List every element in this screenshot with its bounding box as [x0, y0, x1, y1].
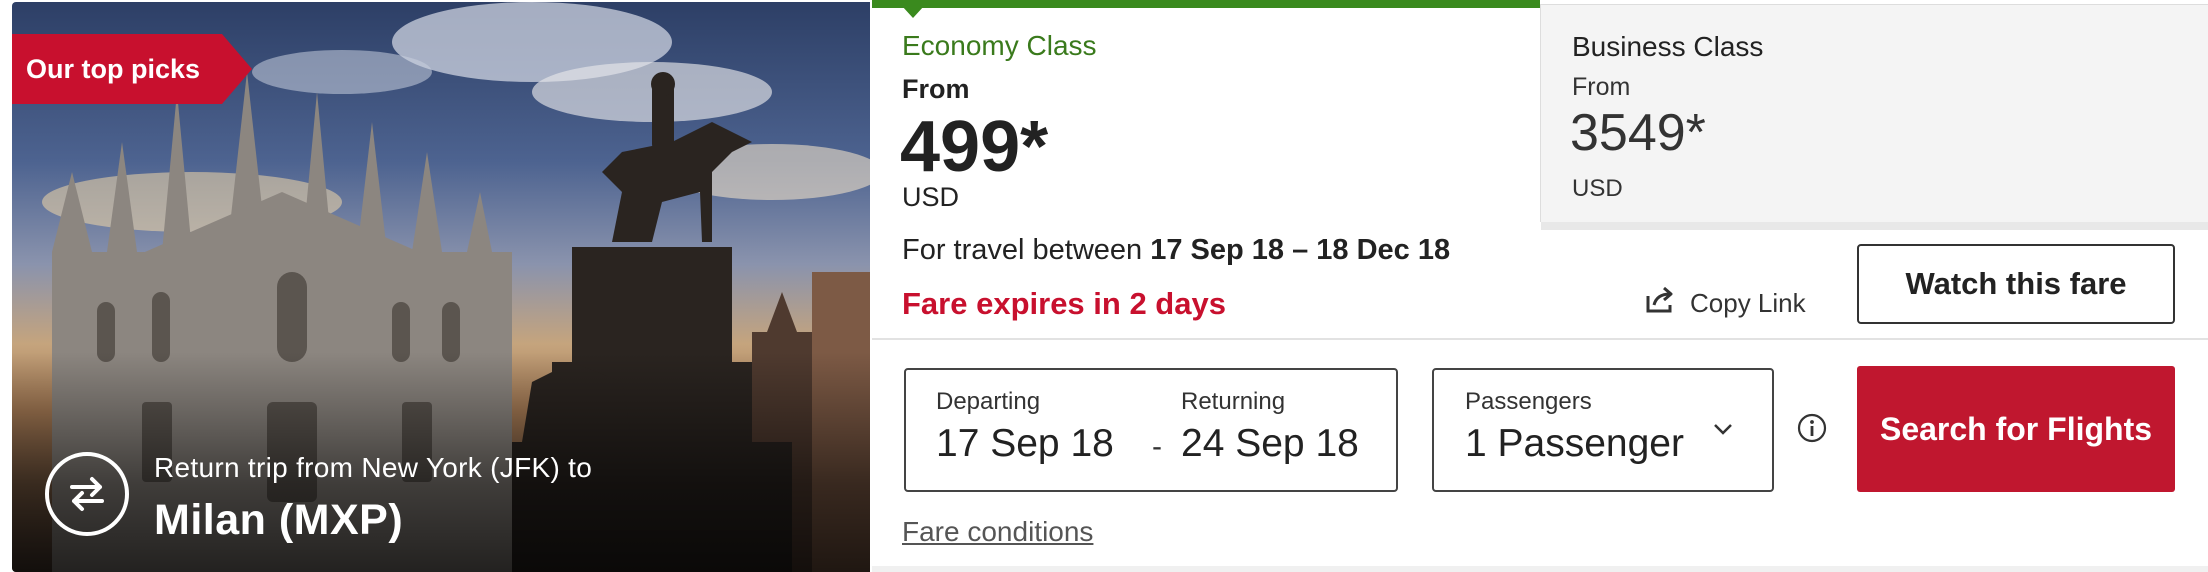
business-price: 3549*: [1570, 104, 1706, 162]
search-flights-button[interactable]: Search for Flights: [1857, 366, 2175, 492]
info-icon[interactable]: [1796, 412, 1828, 449]
chevron-down-icon: [1712, 422, 1734, 441]
departing-value: 17 Sep 18: [936, 422, 1114, 465]
economy-class-label: Economy Class: [902, 30, 1097, 61]
economy-currency: USD: [902, 182, 960, 212]
share-icon: [1644, 286, 1676, 321]
economy-price: 499*: [900, 107, 1049, 187]
departing-field[interactable]: Departing 17 Sep 18: [906, 370, 1151, 490]
top-picks-badge: Our top picks: [12, 34, 252, 104]
copy-link-label: Copy Link: [1690, 288, 1806, 318]
passengers-select[interactable]: Passengers 1 Passenger: [1432, 368, 1774, 492]
returning-value: 24 Sep 18: [1181, 422, 1359, 465]
returning-field[interactable]: Returning 24 Sep 18: [1151, 370, 1396, 490]
business-tab-underbar: [1541, 222, 2208, 230]
business-currency: USD: [1572, 175, 1623, 202]
destination-hero-image: Our top picks Return trip from New York …: [12, 2, 870, 572]
destination-title: Milan (MXP): [154, 496, 404, 544]
tab-business-class[interactable]: Business Class From 3549* USD: [1540, 4, 2208, 230]
travel-dates-field[interactable]: Departing 17 Sep 18 - Returning 24 Sep 1…: [904, 368, 1398, 492]
business-from-label: From: [1572, 73, 1631, 101]
departing-label: Departing: [936, 388, 1041, 415]
business-class-label: Business Class: [1572, 31, 1764, 62]
returning-label: Returning: [1181, 388, 1286, 415]
bottom-rule: [872, 566, 2208, 572]
passengers-label: Passengers: [1465, 388, 1592, 415]
round-trip-arrows-icon: [45, 452, 129, 536]
watch-fare-button[interactable]: Watch this fare: [1857, 244, 2175, 324]
fare-expiry-notice: Fare expires in 2 days: [902, 286, 1226, 321]
route-subtitle: Return trip from New York (JFK) to: [154, 452, 593, 483]
tab-economy-class[interactable]: Economy Class From 499* USD: [872, 0, 1540, 230]
fare-card: Our top picks Return trip from New York …: [0, 0, 2208, 572]
travel-period-prefix: For travel between: [902, 234, 1143, 266]
selected-tab-pointer: [902, 6, 924, 18]
section-divider: [872, 338, 2208, 340]
travel-period-dates: 17 Sep 18 – 18 Dec 18: [1150, 234, 1451, 266]
economy-from-label: From: [902, 74, 970, 104]
travel-period: For travel between 17 Sep 18 – 18 Dec 18: [902, 234, 1450, 267]
fare-conditions-link[interactable]: Fare conditions: [902, 516, 1093, 548]
copy-link-button[interactable]: Copy Link: [1644, 286, 1806, 321]
